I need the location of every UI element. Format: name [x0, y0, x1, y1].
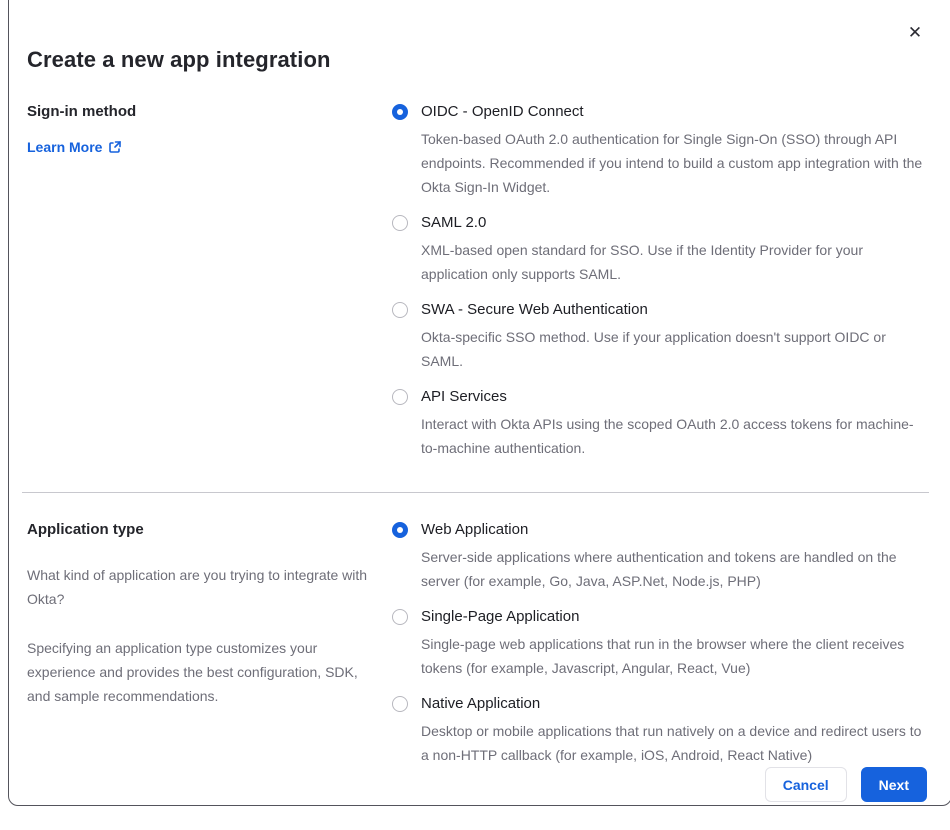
radio-option-swa[interactable]: SWA - Secure Web Authentication Okta-spe…	[392, 302, 929, 373]
option-text: Single-Page Application Single-page web …	[421, 609, 926, 680]
option-label: SWA - Secure Web Authentication	[421, 301, 648, 318]
application-type-options: Web Application Server-side applications…	[392, 522, 929, 767]
option-label: Single-Page Application	[421, 608, 580, 625]
learn-more-label: Learn More	[27, 139, 103, 155]
radio-option-api-services[interactable]: API Services Interact with Okta APIs usi…	[392, 389, 929, 460]
option-text: Web Application Server-side applications…	[421, 522, 926, 593]
signin-method-label: Sign-in method	[27, 103, 137, 120]
option-description: Interact with Okta APIs using the scoped…	[421, 416, 914, 456]
application-type-left-column: Application type What kind of applicatio…	[27, 522, 392, 767]
option-label: API Services	[421, 388, 507, 405]
option-text: Native Application Desktop or mobile app…	[421, 696, 926, 767]
application-type-section: Application type What kind of applicatio…	[27, 522, 929, 767]
radio-option-single-page-application[interactable]: Single-Page Application Single-page web …	[392, 609, 929, 680]
radio-button-oidc[interactable]	[392, 104, 408, 120]
radio-button-single-page-application[interactable]	[392, 609, 408, 625]
option-label: SAML 2.0	[421, 214, 487, 231]
application-type-label: Application type	[27, 521, 144, 538]
next-button[interactable]: Next	[860, 767, 927, 802]
radio-option-native-application[interactable]: Native Application Desktop or mobile app…	[392, 696, 929, 767]
radio-button-web-application[interactable]	[392, 522, 408, 538]
dialog-title: Create a new app integration	[27, 47, 331, 72]
learn-more-link[interactable]: Learn More	[27, 139, 122, 155]
radio-option-web-application[interactable]: Web Application Server-side applications…	[392, 522, 929, 593]
radio-button-swa[interactable]	[392, 302, 408, 318]
application-type-question: What kind of application are you trying …	[27, 567, 368, 607]
close-icon[interactable]: ✕	[903, 21, 927, 45]
radio-option-saml[interactable]: SAML 2.0 XML-based open standard for SSO…	[392, 215, 929, 286]
dialog-footer: Cancel Next	[27, 767, 929, 805]
option-description: Single-page web applications that run in…	[421, 636, 905, 676]
option-description: Okta-specific SSO method. Use if your ap…	[421, 329, 886, 369]
option-label: Web Application	[421, 521, 529, 538]
signin-method-options: OIDC - OpenID Connect Token-based OAuth …	[392, 104, 929, 460]
option-label: OIDC - OpenID Connect	[421, 103, 584, 120]
option-label: Native Application	[421, 695, 541, 712]
application-type-note: Specifying an application type customize…	[27, 640, 358, 704]
external-link-icon	[108, 140, 122, 154]
radio-button-saml[interactable]	[392, 215, 408, 231]
signin-method-left-column: Sign-in method Learn More	[27, 104, 392, 460]
option-text: API Services Interact with Okta APIs usi…	[421, 389, 926, 460]
option-text: SWA - Secure Web Authentication Okta-spe…	[421, 302, 926, 373]
signin-method-section: Sign-in method Learn More OIDC - OpenID …	[27, 104, 929, 460]
radio-option-oidc[interactable]: OIDC - OpenID Connect Token-based OAuth …	[392, 104, 929, 199]
option-description: Desktop or mobile applications that run …	[421, 723, 922, 763]
create-app-integration-dialog: ✕ Create a new app integration Sign-in m…	[8, 0, 950, 806]
cancel-button[interactable]: Cancel	[764, 767, 847, 802]
radio-button-native-application[interactable]	[392, 696, 408, 712]
radio-button-api-services[interactable]	[392, 389, 408, 405]
option-description: XML-based open standard for SSO. Use if …	[421, 242, 863, 282]
option-description: Token-based OAuth 2.0 authentication for…	[421, 131, 923, 195]
option-description: Server-side applications where authentic…	[421, 549, 897, 589]
section-divider	[22, 492, 929, 493]
option-text: SAML 2.0 XML-based open standard for SSO…	[421, 215, 926, 286]
option-text: OIDC - OpenID Connect Token-based OAuth …	[421, 104, 926, 199]
